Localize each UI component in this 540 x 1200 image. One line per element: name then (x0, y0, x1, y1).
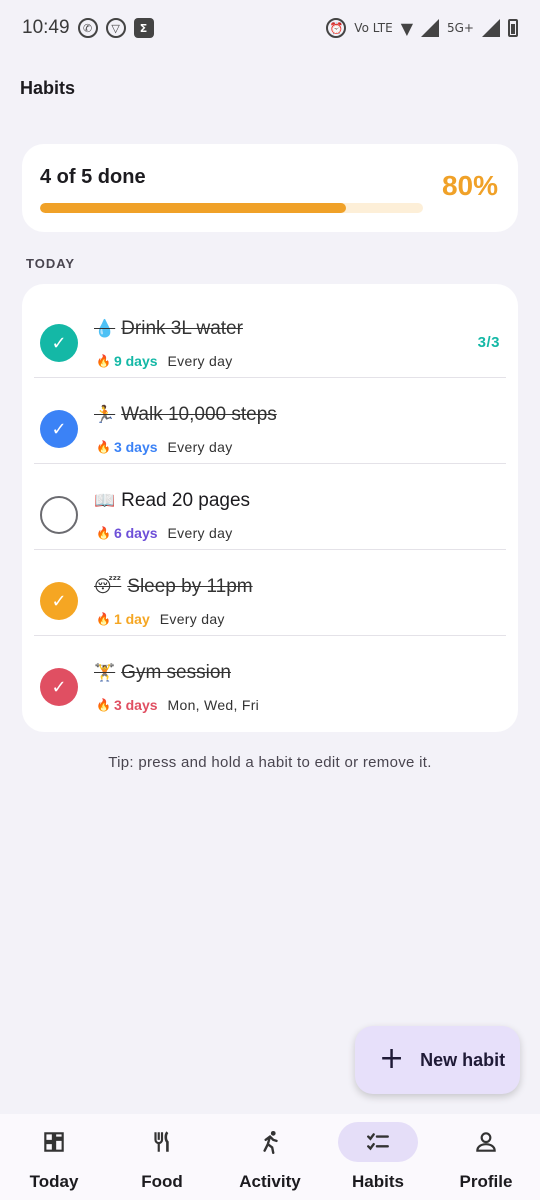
status-right: ⏰ Vo LTE ▼ 5G+ (326, 18, 518, 38)
nav-label: Habits (352, 1172, 404, 1191)
habit-meta: 🔥 6 days Every day (96, 525, 233, 541)
progress-fill (40, 203, 347, 213)
progress-bar (40, 203, 423, 213)
running-icon (230, 1122, 310, 1162)
habit-title-text: Sleep by 11pm (127, 576, 253, 597)
vpn-icon: ▽ (105, 18, 126, 38)
habit-list: ✓ 💧 Drink 3L water 🔥 9 days Every day 3/3 ✓ 🏃 Wal… (22, 284, 518, 732)
habit-title-text: Read 20 pages (121, 490, 251, 511)
habit-emoji-icon: 🏃 (94, 405, 116, 425)
flame-icon: 🔥 (96, 612, 111, 626)
whatsapp-icon: ✆ (77, 18, 98, 38)
habit-row[interactable]: 📖 Read 20 pages 🔥 6 days Every day (22, 464, 518, 550)
person-icon (446, 1122, 526, 1162)
nav-label: Today (29, 1172, 79, 1191)
habit-checked-checkbox[interactable]: ✓ (40, 668, 78, 706)
habit-count: 3/3 (477, 334, 500, 351)
status-left: 10:49 ✆ ▽ Σ (22, 17, 154, 39)
bottom-nav: Today Food Activity Habits Profile (0, 1114, 540, 1200)
habit-title: 📖 Read 20 pages (94, 490, 250, 512)
habit-streak: 🔥 6 days (96, 525, 158, 541)
habit-unchecked-checkbox[interactable] (40, 496, 78, 534)
habit-title: 🏋 Gym session (94, 662, 231, 684)
habit-checked-checkbox[interactable]: ✓ (40, 324, 78, 362)
volte-icon: Vo LTE (354, 21, 393, 35)
status-time: 10:49 (22, 17, 70, 38)
habit-meta: 🔥 3 days Mon, Wed, Fri (96, 697, 259, 713)
habit-frequency: Mon, Wed, Fri (167, 697, 260, 713)
habit-title: 🏃 Walk 10,000 steps (94, 404, 277, 426)
habit-title-text: Gym session (121, 662, 231, 683)
habit-emoji-icon: 🏋 (94, 663, 116, 683)
alarm-icon: ⏰ (326, 18, 347, 38)
summary-text: 4 of 5 done (40, 166, 146, 188)
nav-tab-habits[interactable]: Habits (324, 1114, 432, 1200)
habit-emoji-icon: 💧 (94, 319, 116, 339)
new-habit-button[interactable]: + New habit (355, 1026, 520, 1094)
sigma-icon: Σ (133, 18, 154, 38)
signal-icon-2 (482, 19, 500, 37)
habit-title-text: Walk 10,000 steps (121, 404, 277, 425)
5g-signal-icon: 5G+ (447, 21, 474, 35)
habit-title: 😴 Sleep by 11pm (94, 576, 253, 598)
habit-meta: 🔥 1 day Every day (96, 611, 225, 627)
battery-icon (508, 19, 518, 37)
habit-title-text: Drink 3L water (121, 318, 243, 339)
habit-checked-checkbox[interactable]: ✓ (40, 582, 78, 620)
habit-streak-text: 3 days (113, 697, 158, 713)
habit-streak-text: 6 days (113, 525, 158, 541)
section-label-today: TODAY (26, 256, 76, 271)
habit-row[interactable]: ✓ 💧 Drink 3L water 🔥 9 days Every day 3/3 (22, 292, 518, 378)
tip-text: Tip: press and hold a habit to edit or r… (108, 754, 432, 771)
nav-label: Activity (239, 1172, 301, 1191)
habit-title: 💧 Drink 3L water (94, 318, 243, 340)
habit-row[interactable]: ✓ 🏃 Walk 10,000 steps 🔥 3 days Every day (22, 378, 518, 464)
habit-emoji-icon: 😴 (94, 577, 122, 597)
habit-streak-text: 3 days (113, 439, 158, 455)
nav-tab-today[interactable]: Today (0, 1114, 108, 1200)
habit-meta: 🔥 3 days Every day (96, 439, 233, 455)
nav-tab-food[interactable]: Food (108, 1114, 216, 1200)
habit-checked-checkbox[interactable]: ✓ (40, 410, 78, 448)
nav-tab-activity[interactable]: Activity (216, 1114, 324, 1200)
checklist-icon (338, 1122, 418, 1162)
dashboard-icon (14, 1122, 94, 1162)
flame-icon: 🔥 (96, 440, 111, 454)
summary-percent: 80% (441, 170, 498, 201)
habit-streak: 🔥 3 days (96, 439, 158, 455)
habit-row[interactable]: ✓ 😴 Sleep by 11pm 🔥 1 day Every day (22, 550, 518, 636)
habit-streak-text: 9 days (113, 353, 158, 369)
flame-icon: 🔥 (96, 354, 111, 368)
signal-icon (421, 19, 439, 37)
plus-icon: + (379, 1040, 405, 1076)
fork-knife-icon (122, 1122, 202, 1162)
habit-streak: 🔥 9 days (96, 353, 158, 369)
habit-frequency: Every day (167, 353, 233, 369)
flame-icon: 🔥 (96, 698, 111, 712)
habit-frequency: Every day (167, 439, 233, 455)
nav-label: Food (141, 1172, 183, 1191)
habit-frequency: Every day (167, 525, 233, 541)
habit-streak-text: 1 day (113, 611, 150, 627)
nav-label: Profile (459, 1172, 513, 1191)
flame-icon: 🔥 (96, 526, 111, 540)
habit-frequency: Every day (159, 611, 225, 627)
page-title: Habits (20, 78, 76, 98)
wifi-icon: ▼ (400, 18, 413, 38)
habit-emoji-icon: 📖 (94, 491, 116, 511)
habit-row[interactable]: ✓ 🏋 Gym session 🔥 3 days Mon, Wed, Fri (22, 636, 518, 722)
status-bar: 10:49 ✆ ▽ Σ ⏰ Vo LTE ▼ 5G+ (0, 0, 540, 56)
habit-streak: 🔥 1 day (96, 611, 150, 627)
new-habit-label: New habit (420, 1049, 506, 1070)
nav-tab-profile[interactable]: Profile (432, 1114, 540, 1200)
summary-card: 4 of 5 done 80% (22, 144, 518, 232)
habit-streak: 🔥 3 days (96, 697, 158, 713)
habit-meta: 🔥 9 days Every day (96, 353, 233, 369)
